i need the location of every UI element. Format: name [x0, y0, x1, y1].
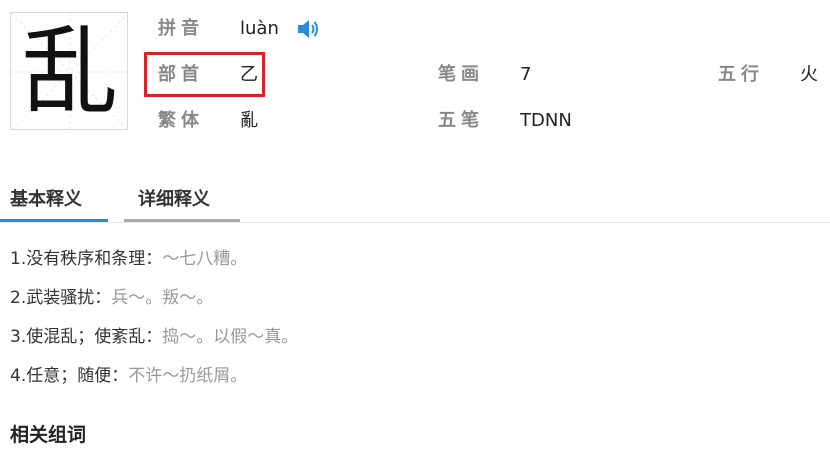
- strokes-value: 7: [520, 64, 532, 85]
- speaker-icon[interactable]: [296, 18, 320, 40]
- wuxing-value-wrap: 火: [800, 60, 818, 90]
- wuxing-value: 火: [800, 64, 818, 85]
- definition-example: 兵～。叛～。: [111, 288, 214, 308]
- pinyin-value: luàn: [240, 18, 279, 39]
- character-glyph: 乱: [22, 16, 118, 128]
- definition-text: 2.武装骚扰：: [10, 288, 112, 308]
- wubi-label: 五笔: [438, 110, 484, 131]
- definition-item: 4.任意；随便：不许～扔纸屑。: [10, 362, 247, 390]
- definition-example: 捣～。以假～真。: [162, 327, 299, 347]
- character-box: 乱: [10, 12, 128, 130]
- wuxing-row: 五行: [718, 60, 764, 90]
- wuxing-label: 五行: [718, 64, 764, 85]
- tab-detailed-definition[interactable]: 详细释义: [124, 186, 240, 222]
- definition-example: 不许～扔纸屑。: [128, 366, 248, 386]
- wubi-value: TDNN: [520, 110, 572, 131]
- radical-highlight-box: [144, 52, 265, 97]
- related-words-title: 相关组词: [10, 424, 87, 446]
- definition-text: 1.没有秩序和条理：: [10, 249, 163, 269]
- traditional-value-wrap: 亂: [240, 106, 258, 136]
- strokes-row: 笔画: [438, 60, 484, 90]
- pinyin-row: 拼音: [158, 14, 204, 44]
- definition-item: 2.武装骚扰：兵～。叛～。: [10, 284, 213, 312]
- definition-text: 4.任意；随便：: [10, 366, 129, 386]
- wubi-row: 五笔: [438, 106, 484, 136]
- traditional-value[interactable]: 亂: [240, 110, 258, 131]
- definition-text: 3.使混乱；使紊乱：: [10, 327, 163, 347]
- definition-item: 3.使混乱；使紊乱：捣～。以假～真。: [10, 323, 298, 351]
- strokes-value-wrap: 7: [520, 60, 531, 90]
- definition-item: 1.没有秩序和条理：～七八糟。: [10, 245, 247, 273]
- strokes-label: 笔画: [438, 64, 484, 85]
- tab-divider: [0, 222, 830, 223]
- pinyin-value-wrap: luàn: [240, 14, 279, 44]
- definition-example: ～七八糟。: [162, 249, 248, 269]
- traditional-row: 繁体: [158, 106, 204, 136]
- tab-basic-definition[interactable]: 基本释义: [0, 186, 108, 222]
- pinyin-label: 拼音: [158, 18, 204, 39]
- traditional-label: 繁体: [158, 110, 204, 131]
- wubi-value-wrap: TDNN: [520, 106, 572, 136]
